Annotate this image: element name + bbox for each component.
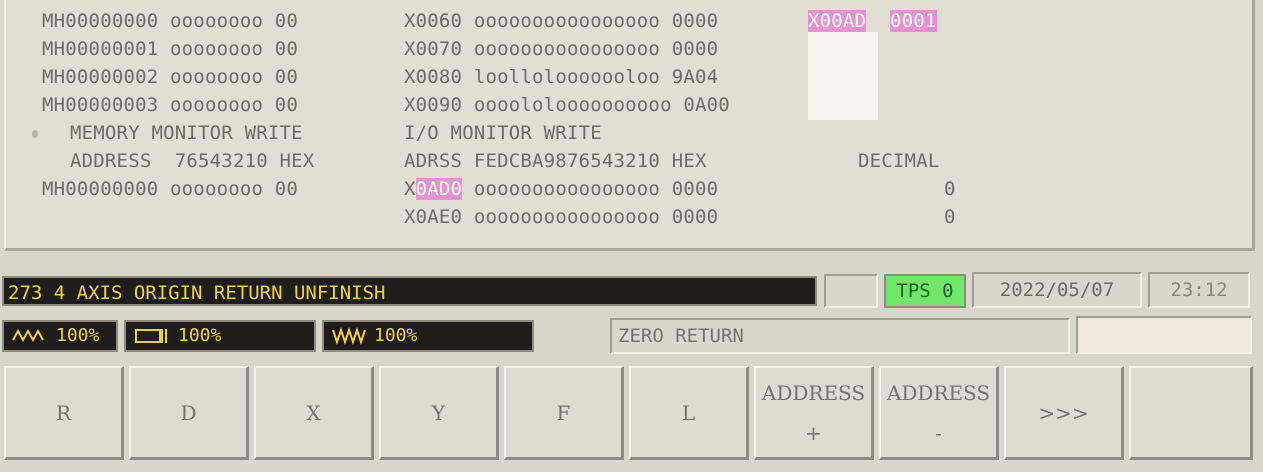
time-display: 23:12 (1148, 272, 1250, 308)
softkey-next-page[interactable]: >>> (1004, 366, 1124, 460)
dot-marker (32, 130, 38, 138)
softkey-d[interactable]: D (129, 366, 249, 460)
memory-bits: oooooooo (170, 66, 264, 88)
softkey-label: X (306, 400, 321, 425)
mode-display: ZERO RETURN (610, 318, 1070, 354)
io-bits: oooooooooooooooo (473, 178, 661, 200)
io-address: X0070 (404, 38, 463, 60)
alarm-message: 273 4 AXIS ORIGIN RETURN UNFINISH (2, 276, 817, 306)
memory-bits: oooooooo (170, 10, 264, 32)
softkey-y[interactable]: Y (379, 366, 499, 460)
io-address: X0080 (404, 66, 463, 88)
softkey-l[interactable]: L (629, 366, 749, 460)
softkey-label: F (556, 400, 571, 425)
io-hex: 0A00 (683, 94, 730, 116)
io-decimal-value: 0 (944, 178, 956, 200)
selected-value: 0001 (890, 10, 937, 32)
spindle-override: 100% (2, 320, 118, 352)
softkey-bar: R D X Y F L ADDRESS + ADDRESS - >>> (4, 366, 1256, 466)
memory-hex: 00 (274, 66, 299, 88)
io-hex: 0000 (671, 178, 719, 200)
io-bits: oooooooooooooooo (473, 206, 661, 228)
decimal-header: DECIMAL (858, 150, 940, 172)
io-row: X0060 oooooooooooooooo 0000 (404, 10, 718, 32)
memory-address: MH00000002 (42, 66, 159, 88)
softkey-address-minus[interactable]: ADDRESS - (879, 366, 999, 460)
io-write-row[interactable]: X0AE0 oooooooooooooooo 0000 (404, 206, 718, 228)
rapid-bar-icon (134, 327, 170, 345)
memory-hex: 00 (274, 10, 299, 32)
io-hex: 9A04 (671, 66, 719, 88)
memory-bits: oooooooo (170, 178, 264, 200)
io-bits: oooololoooooooooo (473, 94, 672, 116)
io-write-row[interactable]: X0AD0 oooooooooooooooo 0000 (404, 178, 718, 200)
softkey-sub-label: + (805, 420, 822, 445)
memory-row: MH00000003 oooooooo 00 (42, 94, 298, 116)
spindle-wave-icon (12, 328, 48, 344)
softkey-label: L (681, 400, 696, 425)
softkey-label: ADDRESS (761, 380, 866, 405)
softkey-r[interactable]: R (4, 366, 124, 460)
feed-override-value: 100% (374, 325, 418, 346)
io-row: X0090 oooololoooooooooo 0A00 (404, 94, 730, 116)
memory-hex: 00 (274, 94, 299, 116)
softkey-label: D (180, 400, 197, 425)
io-hex: 0000 (671, 206, 719, 228)
memory-write-title: MEMORY MONITOR WRITE (70, 122, 303, 144)
selected-address: X00AD (808, 10, 867, 32)
tps-indicator: TPS 0 (884, 274, 966, 308)
io-row: X0080 loollolooooooloo 9A04 (404, 66, 718, 88)
softkey-label: Y (431, 400, 446, 425)
softkey-f[interactable]: F (504, 366, 624, 460)
rapid-override-value: 100% (178, 325, 222, 346)
memory-bits: oooooooo (170, 38, 264, 60)
memory-write-header: ADDRESS 76543210 HEX (70, 150, 315, 172)
memory-row: MH00000000 oooooooo 00 (42, 10, 298, 32)
io-address: X0AE0 (404, 206, 463, 228)
memory-hex: 00 (274, 178, 299, 200)
io-bits: oooooooooooooooo (473, 10, 661, 32)
io-address-cursor[interactable]: 0AD0 (415, 178, 463, 200)
feed-zigzag-icon (332, 327, 366, 345)
io-address: X0060 (404, 10, 463, 32)
io-hex: 0000 (671, 10, 719, 32)
softkey-label: R (55, 400, 72, 425)
memory-address: MH00000003 (42, 94, 159, 116)
spindle-override-value: 100% (56, 325, 100, 346)
value-display-box (808, 32, 878, 120)
rapid-override: 100% (124, 320, 316, 352)
io-bits: loollolooooooloo (473, 66, 661, 88)
softkey-address-plus[interactable]: ADDRESS + (754, 366, 874, 460)
memory-bits: oooooooo (170, 94, 264, 116)
io-address-prefix: X (404, 178, 416, 200)
feed-override: 100% (322, 320, 534, 352)
memory-address: MH00000001 (42, 38, 159, 60)
softkey-label: >>> (1038, 400, 1089, 425)
softkey-sub-label: - (935, 420, 942, 445)
softkey-blank[interactable] (1129, 366, 1253, 460)
date-display: 2022/05/07 (972, 272, 1142, 308)
softkey-label: ADDRESS (886, 380, 991, 405)
io-decimal-value: 0 (944, 206, 956, 228)
status-indicator-empty (824, 274, 878, 308)
memory-row: MH00000001 oooooooo 00 (42, 38, 298, 60)
io-write-header: ADRSS FEDCBA9876543210 HEX (404, 150, 707, 172)
monitor-screen: MH00000000 oooooooo 00 MH00000001 oooooo… (4, 0, 1255, 251)
memory-address: MH00000000 (42, 10, 159, 32)
memory-row: MH00000002 oooooooo 00 (42, 66, 298, 88)
memory-hex: 00 (274, 38, 299, 60)
memory-write-row[interactable]: MH00000000 oooooooo 00 (42, 178, 298, 200)
io-address: X0090 (404, 94, 463, 116)
io-row: X0070 oooooooooooooooo 0000 (404, 38, 718, 60)
memory-address: MH00000000 (42, 178, 159, 200)
io-write-title: I/O MONITOR WRITE (404, 122, 602, 144)
io-bits: oooooooooooooooo (473, 38, 661, 60)
softkey-x[interactable]: X (254, 366, 374, 460)
message-field (1076, 316, 1252, 354)
io-hex: 0000 (671, 38, 719, 60)
